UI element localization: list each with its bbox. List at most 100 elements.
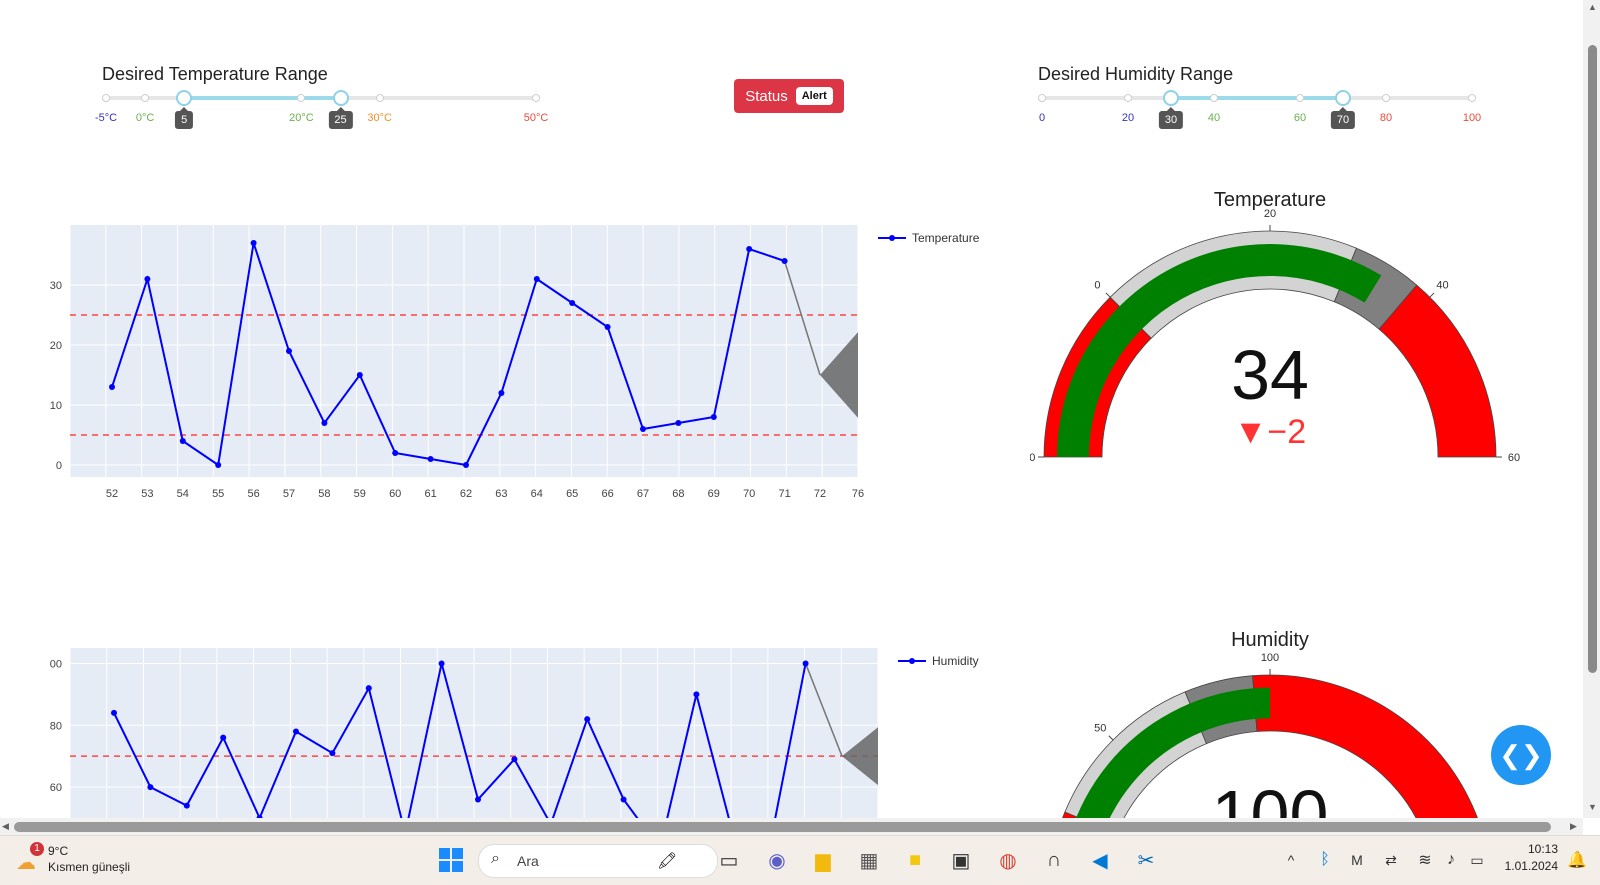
- data-point: [781, 258, 788, 264]
- slider-high-value: 70: [1330, 111, 1356, 129]
- slider-high-handle[interactable]: [332, 90, 349, 106]
- scroll-down-arrow[interactable]: ▼: [1588, 802, 1597, 812]
- slider-mark-label: -5°C: [94, 112, 118, 124]
- taskbar-search[interactable]: ⌕ Ara 🖍: [478, 844, 718, 878]
- chrome-icon[interactable]: ◍: [993, 845, 1023, 875]
- status-badge: Alert: [795, 87, 833, 105]
- data-point: [802, 660, 809, 667]
- temp-range-slider[interactable]: -5°C 0°C 20°C 30°C 50°C 5 25: [95, 90, 548, 138]
- file-explorer-icon[interactable]: ▆: [808, 845, 838, 875]
- data-point: [463, 462, 469, 468]
- x-tick-label: 53: [141, 488, 153, 500]
- data-point: [293, 728, 299, 735]
- data-point: [604, 324, 611, 330]
- gauge-title: Humidity: [1231, 629, 1309, 651]
- slider-high-handle[interactable]: [1335, 90, 1351, 106]
- slider-mark-dot: [1038, 94, 1046, 102]
- y-tick-label: 10: [50, 400, 62, 412]
- chat-app-icon[interactable]: ◉: [762, 845, 792, 875]
- status-label: Status: [745, 87, 788, 105]
- legend-humidity: Humidity: [932, 654, 979, 668]
- slider-low-handle[interactable]: [176, 90, 193, 106]
- slider-mark-dot: [297, 94, 306, 102]
- slider-mark-label: 0: [1038, 112, 1046, 124]
- gauge-tick-label: −20: [1030, 452, 1035, 464]
- gauge-tick-label: 100: [1261, 652, 1279, 664]
- y-tick-label: 80: [50, 720, 62, 732]
- temperature-line-chart: 0 10 20 30 Temperature 52 53 54 55 56 57 58 59 60 61 62…: [50, 225, 980, 500]
- slider-mark-label: 20°C: [289, 112, 314, 124]
- x-tick-label: 68: [672, 488, 684, 500]
- legend-marker: [909, 658, 915, 664]
- start-button[interactable]: [436, 845, 466, 875]
- slider-mark-label: 20: [1121, 112, 1135, 124]
- gauge-tick-label: 40: [1436, 279, 1448, 291]
- humidity-range-slider[interactable]: 0 20 40 60 80 100 30 70: [1038, 90, 1481, 138]
- data-point: [147, 784, 154, 791]
- slider-high-value: 25: [328, 111, 353, 129]
- sticky-notes-icon[interactable]: ■: [900, 845, 930, 875]
- data-point: [111, 709, 117, 716]
- scroll-right-arrow[interactable]: ▶: [1570, 821, 1577, 832]
- code-icon: ❮❯: [1499, 739, 1543, 770]
- y-tick-label: 100: [50, 658, 62, 670]
- app-icon[interactable]: ∩: [1039, 845, 1069, 875]
- data-point: [321, 420, 328, 426]
- search-icon: ⌕: [491, 850, 500, 867]
- task-view-icon[interactable]: ▭: [714, 845, 744, 875]
- weather-badge: 1: [30, 842, 44, 856]
- gauge-tick: [1105, 292, 1111, 298]
- x-tick-label: 62: [460, 488, 472, 500]
- notification-icon[interactable]: 🔔: [1562, 845, 1592, 875]
- snipping-tool-icon[interactable]: ✂: [1131, 845, 1161, 875]
- bluetooth-icon[interactable]: ᛒ: [1310, 845, 1340, 875]
- data-point: [250, 240, 257, 246]
- vscode-icon[interactable]: ◀: [1085, 845, 1115, 875]
- meet-icon[interactable]: M: [1342, 845, 1372, 875]
- vertical-scrollbar[interactable]: ▲ ▼: [1583, 0, 1600, 818]
- data-point: [511, 756, 518, 763]
- data-point: [179, 438, 186, 444]
- humidity-gauge: Humidity 50 100 100: [1062, 629, 1478, 818]
- slider-mark-label: 0°C: [135, 112, 155, 124]
- terminal-icon[interactable]: ▣: [946, 845, 976, 875]
- slider-mark-label: 50°C: [523, 112, 549, 124]
- chevron-up-icon[interactable]: ^: [1276, 845, 1306, 875]
- x-tick-label: 65: [566, 488, 578, 500]
- scroll-up-arrow[interactable]: ▲: [1588, 2, 1597, 12]
- clock-date: 1.01.2024: [1504, 859, 1558, 873]
- data-point: [365, 685, 372, 692]
- legend-marker: [889, 235, 895, 241]
- data-point: [356, 372, 363, 378]
- gauge-tick: [1429, 292, 1435, 298]
- code-toggle-button[interactable]: ❮❯: [1491, 725, 1551, 785]
- slider-mark-dot: [1210, 94, 1218, 102]
- horizontal-scroll-thumb[interactable]: [14, 822, 1551, 832]
- vertical-scroll-thumb[interactable]: [1588, 45, 1597, 673]
- data-point: [710, 414, 717, 420]
- weather-widget[interactable]: ☁ 1 9°C Kısmen güneşli: [14, 842, 154, 880]
- x-tick-label: 71: [778, 488, 790, 500]
- data-point: [498, 390, 505, 396]
- status-button[interactable]: Status Alert: [734, 79, 844, 113]
- battery-icon[interactable]: ▭: [1462, 845, 1492, 875]
- data-point: [183, 802, 190, 809]
- gauge-tick-label: 0: [1094, 279, 1100, 291]
- slider-mark-dot: [102, 94, 110, 102]
- x-tick-label: 67: [637, 488, 649, 500]
- slider-low-handle[interactable]: [1163, 90, 1179, 106]
- x-tick-label: 66: [601, 488, 613, 500]
- x-tick-label: 58: [318, 488, 330, 500]
- slider-mark-label: 80: [1379, 112, 1393, 124]
- data-point: [640, 426, 646, 432]
- gauge-tick-label: 20: [1264, 208, 1276, 220]
- scroll-left-arrow[interactable]: ◀: [2, 821, 9, 832]
- calculator-icon[interactable]: ▦: [854, 845, 884, 875]
- horizontal-scrollbar[interactable]: ◀ ▶: [0, 818, 1583, 835]
- switch-icon[interactable]: ⇄: [1376, 845, 1406, 875]
- x-tick-label: 70: [743, 488, 755, 500]
- temperature-gauge: Temperature−20020406034▼−2: [1030, 189, 1520, 464]
- data-point: [109, 384, 115, 390]
- search-placeholder: Ara: [517, 853, 539, 869]
- clock[interactable]: 10:13 1.01.2024: [1494, 842, 1558, 873]
